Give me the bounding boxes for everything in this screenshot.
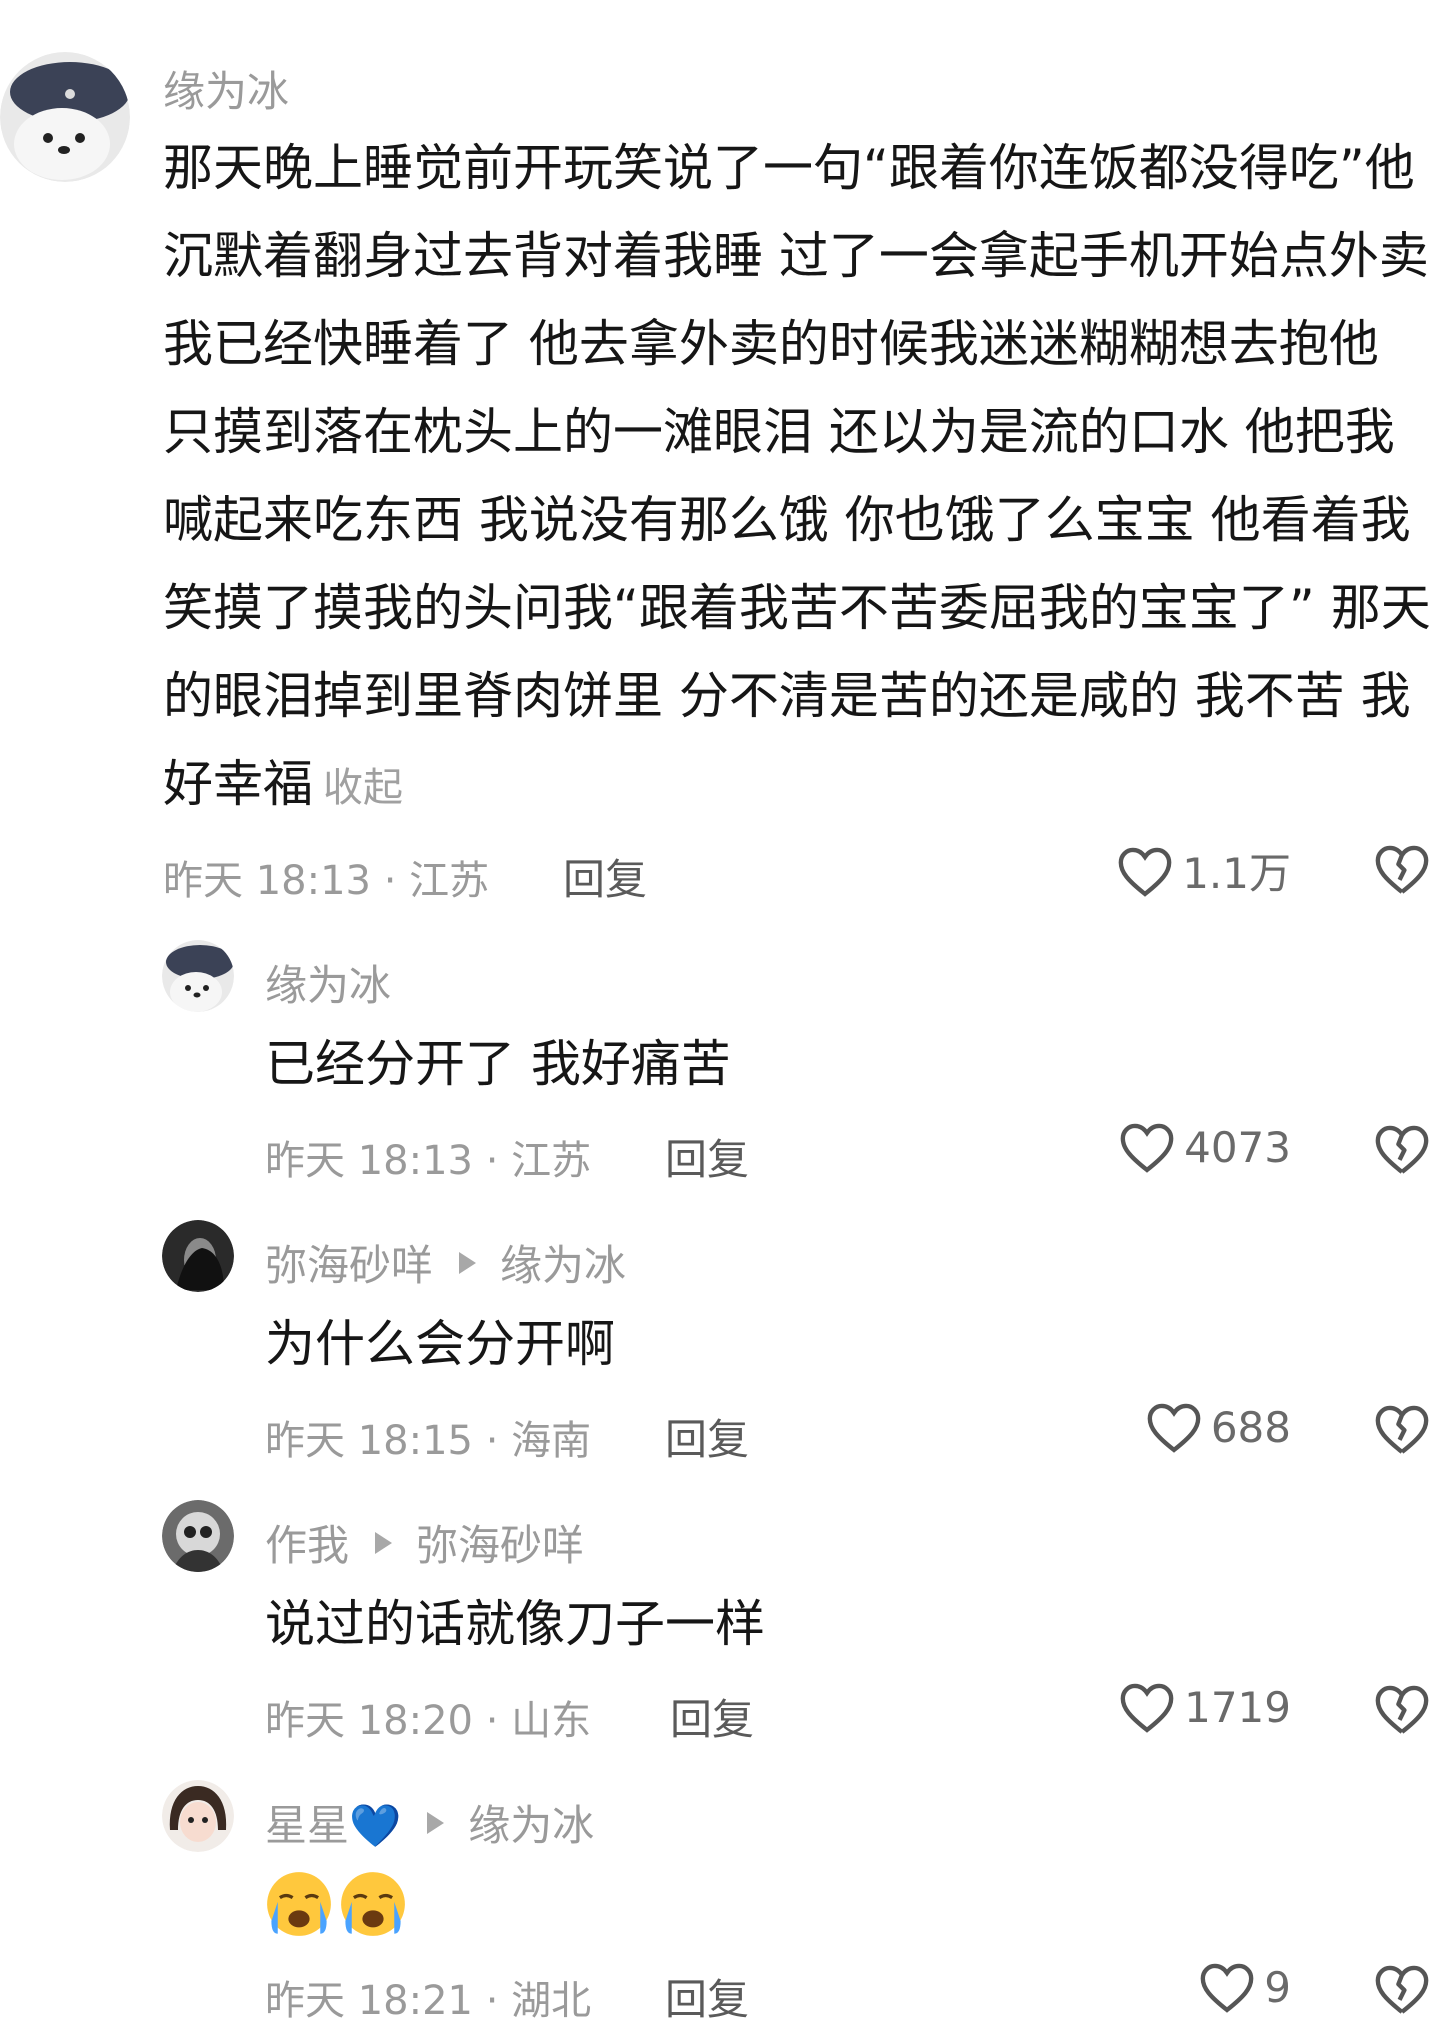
- collapse-link[interactable]: 收起: [323, 765, 403, 811]
- author-name: 作我: [265, 1521, 350, 1570]
- reply-button[interactable]: 回复: [665, 1406, 749, 1467]
- broken-heart-icon: [1375, 1125, 1429, 1174]
- comment-text: 说过的话就像刀子一样: [265, 1595, 765, 1653]
- like-count: 688: [1210, 1402, 1291, 1452]
- avatar[interactable]: [162, 1220, 234, 1292]
- reply-arrow-icon: [459, 1251, 477, 1274]
- heart-icon: [1118, 847, 1172, 897]
- broken-heart-icon: [1375, 1685, 1429, 1734]
- reply-button[interactable]: 回复: [563, 846, 647, 907]
- like-count: 1719: [1184, 1682, 1291, 1732]
- comment-text: 为什么会分开啊: [265, 1315, 615, 1373]
- avatar[interactable]: [162, 1500, 234, 1572]
- comment-meta: 昨天 18:13 · 江苏: [163, 858, 490, 904]
- reply-button[interactable]: 回复: [665, 1966, 749, 2027]
- reply-target-name: 缘为冰: [468, 1801, 595, 1850]
- author-name: 弥海砂咩: [265, 1241, 434, 1290]
- avatar[interactable]: [162, 940, 234, 1012]
- author-name: 缘为冰: [163, 67, 290, 116]
- comment-content: 那天晚上睡觉前开玩笑说了一句“跟着你连饭都没得吃”他沉默着翻身过去背对着我睡 过…: [163, 139, 1431, 813]
- like-count: 9: [1264, 1962, 1291, 2012]
- heart-icon: [1147, 1403, 1201, 1453]
- crying-face-icon: [267, 1872, 331, 1936]
- like-button[interactable]: 688: [1145, 1400, 1291, 1454]
- like-button[interactable]: 1719: [1118, 1680, 1291, 1734]
- like-button[interactable]: 9: [1198, 1960, 1291, 2014]
- comment-author[interactable]: 星星💙 缘为冰: [265, 1792, 594, 1853]
- reply-target-name: 缘为冰: [500, 1241, 627, 1290]
- comment-meta: 昨天 18:13 · 江苏: [265, 1138, 592, 1184]
- avatar[interactable]: [0, 52, 130, 182]
- crying-face-icon: [341, 1872, 405, 1936]
- heart-icon: [1120, 1683, 1174, 1733]
- like-count: 1.1万: [1182, 849, 1291, 898]
- comment-author[interactable]: 弥海砂咩 缘为冰: [265, 1232, 626, 1293]
- author-name: 星星💙: [265, 1801, 402, 1850]
- broken-heart-icon: [1375, 1405, 1429, 1454]
- dislike-button[interactable]: [1373, 1122, 1431, 1180]
- dislike-button[interactable]: [1373, 842, 1431, 900]
- dislike-button[interactable]: [1373, 1402, 1431, 1460]
- dislike-button[interactable]: [1373, 1962, 1431, 2020]
- comment-author[interactable]: 缘为冰: [163, 58, 289, 119]
- broken-heart-icon: [1375, 1965, 1429, 2014]
- like-count: 4073: [1184, 1122, 1291, 1172]
- heart-icon: [1120, 1123, 1174, 1173]
- comment-author[interactable]: 缘为冰: [265, 952, 391, 1013]
- author-name: 缘为冰: [265, 961, 392, 1010]
- reply-arrow-icon: [375, 1531, 393, 1554]
- like-button[interactable]: 1.1万: [1116, 840, 1291, 901]
- comment-emoji-row: [265, 1864, 413, 1944]
- heart-icon: [1200, 1963, 1254, 2013]
- comment-meta: 昨天 18:21 · 湖北: [265, 1978, 592, 2024]
- dislike-button[interactable]: [1373, 1682, 1431, 1740]
- comment-meta: 昨天 18:15 · 海南: [265, 1418, 592, 1464]
- reply-target-name: 弥海砂咩: [416, 1521, 585, 1570]
- comment-text: 那天晚上睡觉前开玩笑说了一句“跟着你连饭都没得吃”他沉默着翻身过去背对着我睡 过…: [163, 124, 1433, 832]
- comment-meta: 昨天 18:20 · 山东: [265, 1698, 592, 1744]
- avatar[interactable]: [162, 1780, 234, 1852]
- comment-author[interactable]: 作我 弥海砂咩: [265, 1512, 584, 1573]
- reply-button[interactable]: 回复: [670, 1686, 754, 1747]
- broken-heart-icon: [1375, 845, 1429, 894]
- comment-text: 已经分开了 我好痛苦: [265, 1035, 731, 1093]
- reply-button[interactable]: 回复: [665, 1126, 749, 1187]
- like-button[interactable]: 4073: [1118, 1120, 1291, 1174]
- reply-arrow-icon: [427, 1811, 445, 1834]
